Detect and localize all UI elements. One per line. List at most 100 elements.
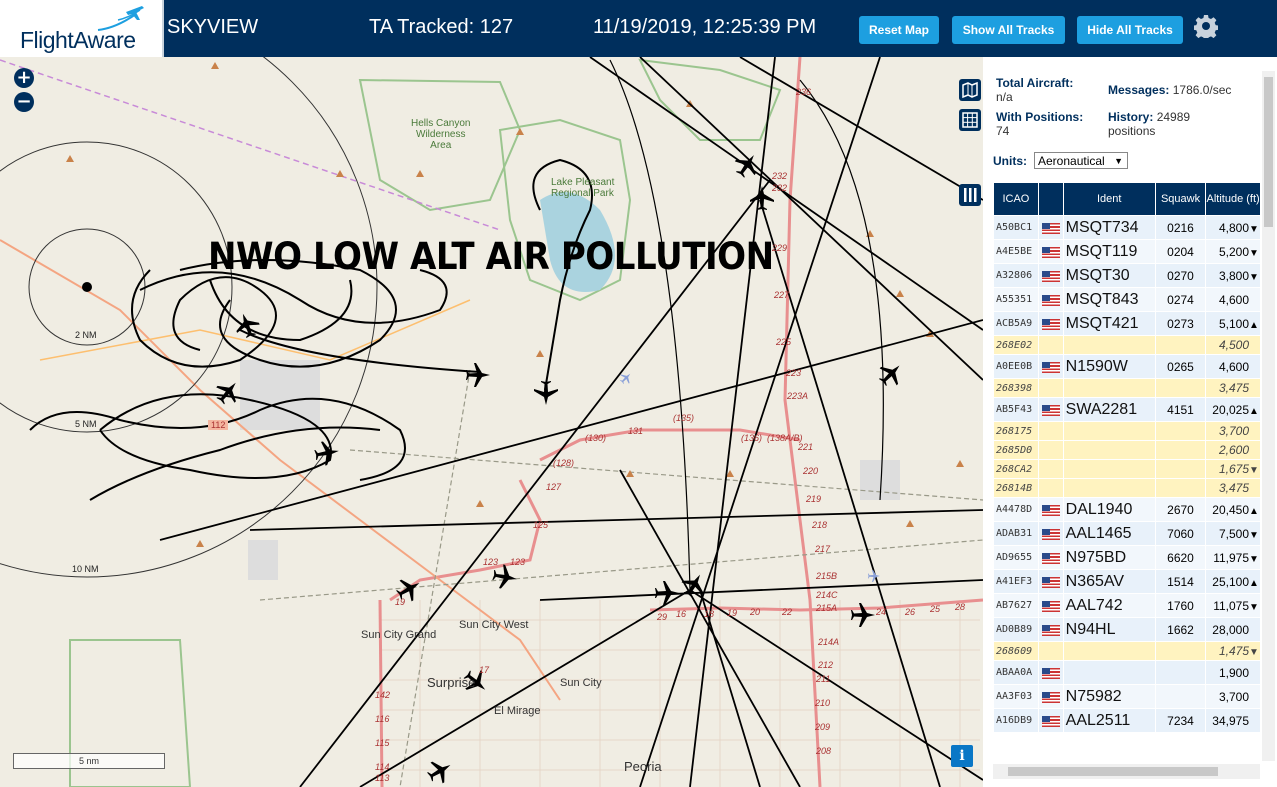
history-stat: History: 24989 positions xyxy=(1108,110,1190,138)
table-row[interactable]: A4E5BE MSQT119 0204 5,200▼ xyxy=(994,240,1260,263)
flag-cell xyxy=(1038,355,1063,378)
ident-cell: N75982 xyxy=(1063,685,1155,708)
icao-cell: ADAB31 xyxy=(994,522,1038,545)
table-row[interactable]: AD0B89 N94HL 1662 28,000 xyxy=(994,618,1260,641)
table-row[interactable]: ABAA0A 1,900 xyxy=(994,661,1260,684)
road-number: 225 xyxy=(776,337,792,347)
altitude-value: 7,500 xyxy=(1218,526,1249,541)
table-row[interactable]: AA3F03 N75982 3,700 xyxy=(994,685,1260,708)
altitude-value: 3,700 xyxy=(1218,689,1249,704)
squawk-cell xyxy=(1155,642,1206,660)
road-number: 214C xyxy=(816,590,838,600)
table-row[interactable]: 268175 3,700 xyxy=(994,422,1260,440)
horizontal-scrollbar-thumb[interactable] xyxy=(1008,767,1218,776)
aircraft-sidebar: Total Aircraft: n/a With Positions: 74 M… xyxy=(983,57,1277,787)
table-row[interactable]: 2685D0 2,600 xyxy=(994,441,1260,459)
ident-cell: AAL2511 xyxy=(1063,709,1155,732)
table-row[interactable]: A55351 MSQT843 0274 4,600 xyxy=(994,288,1260,311)
grid-toggle-button[interactable] xyxy=(959,109,981,131)
vertical-scrollbar-thumb[interactable] xyxy=(1264,77,1273,227)
map-canvas[interactable] xyxy=(0,57,983,787)
us-flag-icon xyxy=(1041,691,1060,703)
table-row[interactable]: 268398 3,475 xyxy=(994,379,1260,397)
altitude-trend-icon: ▼ xyxy=(1249,465,1259,476)
column-header-altitude[interactable]: Altitude (ft) xyxy=(1206,183,1260,215)
squawk-cell xyxy=(1155,479,1206,497)
table-row[interactable]: 268E02 4,500 xyxy=(994,336,1260,354)
altitude-trend-icon: ▼ xyxy=(1249,647,1259,658)
ident-cell: MSQT734 xyxy=(1063,216,1155,239)
column-header-flag[interactable] xyxy=(1038,183,1063,215)
logo-text: FlightAware xyxy=(20,27,136,53)
flightaware-logo[interactable]: FlightAware xyxy=(0,0,164,57)
altitude-cell: 3,700 xyxy=(1206,685,1260,708)
ident-cell: MSQT30 xyxy=(1063,264,1155,287)
flag-cell xyxy=(1038,336,1063,354)
table-row[interactable]: AB7627 AAL742 1760 11,075▼ xyxy=(994,594,1260,617)
table-row[interactable]: AD9655 N975BD 6620 11,975▼ xyxy=(994,546,1260,569)
icao-cell: A32806 xyxy=(994,264,1038,287)
road-number: 209 xyxy=(815,722,831,732)
range-label-2nm: 2 NM xyxy=(75,330,97,340)
road-number: 131 xyxy=(628,426,644,436)
us-flag-icon xyxy=(1041,552,1060,564)
us-flag-icon xyxy=(1041,404,1060,416)
road-number: 217 xyxy=(815,544,831,554)
with-positions-stat: With Positions: 74 xyxy=(996,110,1083,138)
table-row[interactable]: 268CA2 1,675▼ xyxy=(994,460,1260,478)
ident-cell: AAL1465 xyxy=(1063,522,1155,545)
icao-cell: A16DB9 xyxy=(994,709,1038,732)
table-row[interactable]: A41EF3 N365AV 1514 25,100▲ xyxy=(994,570,1260,593)
ident-cell: MSQT421 xyxy=(1063,312,1155,335)
columns-toggle-button[interactable] xyxy=(959,184,981,206)
table-row[interactable]: ADAB31 AAL1465 7060 7,500▼ xyxy=(994,522,1260,545)
column-header-ident[interactable]: Ident xyxy=(1063,183,1155,215)
table-row[interactable]: 268609 1,475▼ xyxy=(994,642,1260,660)
flag-cell xyxy=(1038,685,1063,708)
hide-all-tracks-button[interactable]: Hide All Tracks xyxy=(1077,16,1183,44)
icao-cell: ABAA0A xyxy=(994,661,1038,684)
column-header-icao[interactable]: ICAO xyxy=(994,183,1038,215)
road-number: 125 xyxy=(533,520,549,530)
aircraft-table: ICAO Ident Squawk Altitude (ft) A50BC1 MS… xyxy=(993,182,1260,733)
units-select[interactable]: Aeronautical ▼ xyxy=(1034,152,1128,169)
ident-cell: N94HL xyxy=(1063,618,1155,641)
reset-map-button[interactable]: Reset Map xyxy=(859,16,939,44)
units-selected-value: Aeronautical xyxy=(1038,154,1105,168)
info-button[interactable]: i xyxy=(951,745,973,767)
squawk-cell: 2670 xyxy=(1155,498,1206,521)
messages-stat: Messages: 1786.0/sec xyxy=(1108,83,1231,97)
road-number: (135) xyxy=(673,413,695,423)
chevron-down-icon: ▼ xyxy=(1114,156,1123,166)
site-name: SKYVIEW xyxy=(167,16,259,38)
flag-cell xyxy=(1038,498,1063,521)
table-row[interactable]: ACB5A9 MSQT421 0273 5,100▲ xyxy=(994,312,1260,335)
table-row[interactable]: AB5F43 SWA2281 4151 20,025▲ xyxy=(994,398,1260,421)
table-row[interactable]: A0EE0B N1590W 0265 4,600 xyxy=(994,355,1260,378)
road-number: (128) xyxy=(553,458,575,468)
altitude-value: 2,600 xyxy=(1218,443,1249,457)
ident-cell: DAL1940 xyxy=(1063,498,1155,521)
city-label: Surprise xyxy=(427,675,476,690)
highway-shield: 112 xyxy=(208,420,229,430)
show-all-tracks-button[interactable]: Show All Tracks xyxy=(952,16,1065,44)
squawk-cell xyxy=(1155,685,1206,708)
zoom-out-button[interactable]: − xyxy=(14,92,34,112)
map-layers-button[interactable] xyxy=(959,79,981,101)
area-label-hells-canyon: Hells Canyon Wilderness Area xyxy=(411,118,471,151)
altitude-cell: 20,450▲ xyxy=(1206,498,1260,521)
gear-icon[interactable] xyxy=(1194,14,1218,38)
icao-cell: A55351 xyxy=(994,288,1038,311)
column-header-squawk[interactable]: Squawk xyxy=(1155,183,1206,215)
table-row[interactable]: A16DB9 AAL2511 7234 34,975 xyxy=(994,709,1260,732)
road-number: 17 xyxy=(479,665,490,675)
zoom-in-button[interactable]: + xyxy=(14,68,34,88)
messages-value: 1786.0/sec xyxy=(1172,83,1232,97)
table-row[interactable]: A50BC1 MSQT734 0216 4,800▼ xyxy=(994,216,1260,239)
road-number: 227 xyxy=(774,290,790,300)
table-row[interactable]: 26814B 3,475 xyxy=(994,479,1260,497)
table-row[interactable]: A4478D DAL1940 2670 20,450▲ xyxy=(994,498,1260,521)
altitude-trend-icon: ▼ xyxy=(1249,223,1259,235)
map-view[interactable]: Hells Canyon Wilderness Area Lake Pleasant… xyxy=(0,57,983,787)
table-row[interactable]: A32806 MSQT30 0270 3,800▼ xyxy=(994,264,1260,287)
